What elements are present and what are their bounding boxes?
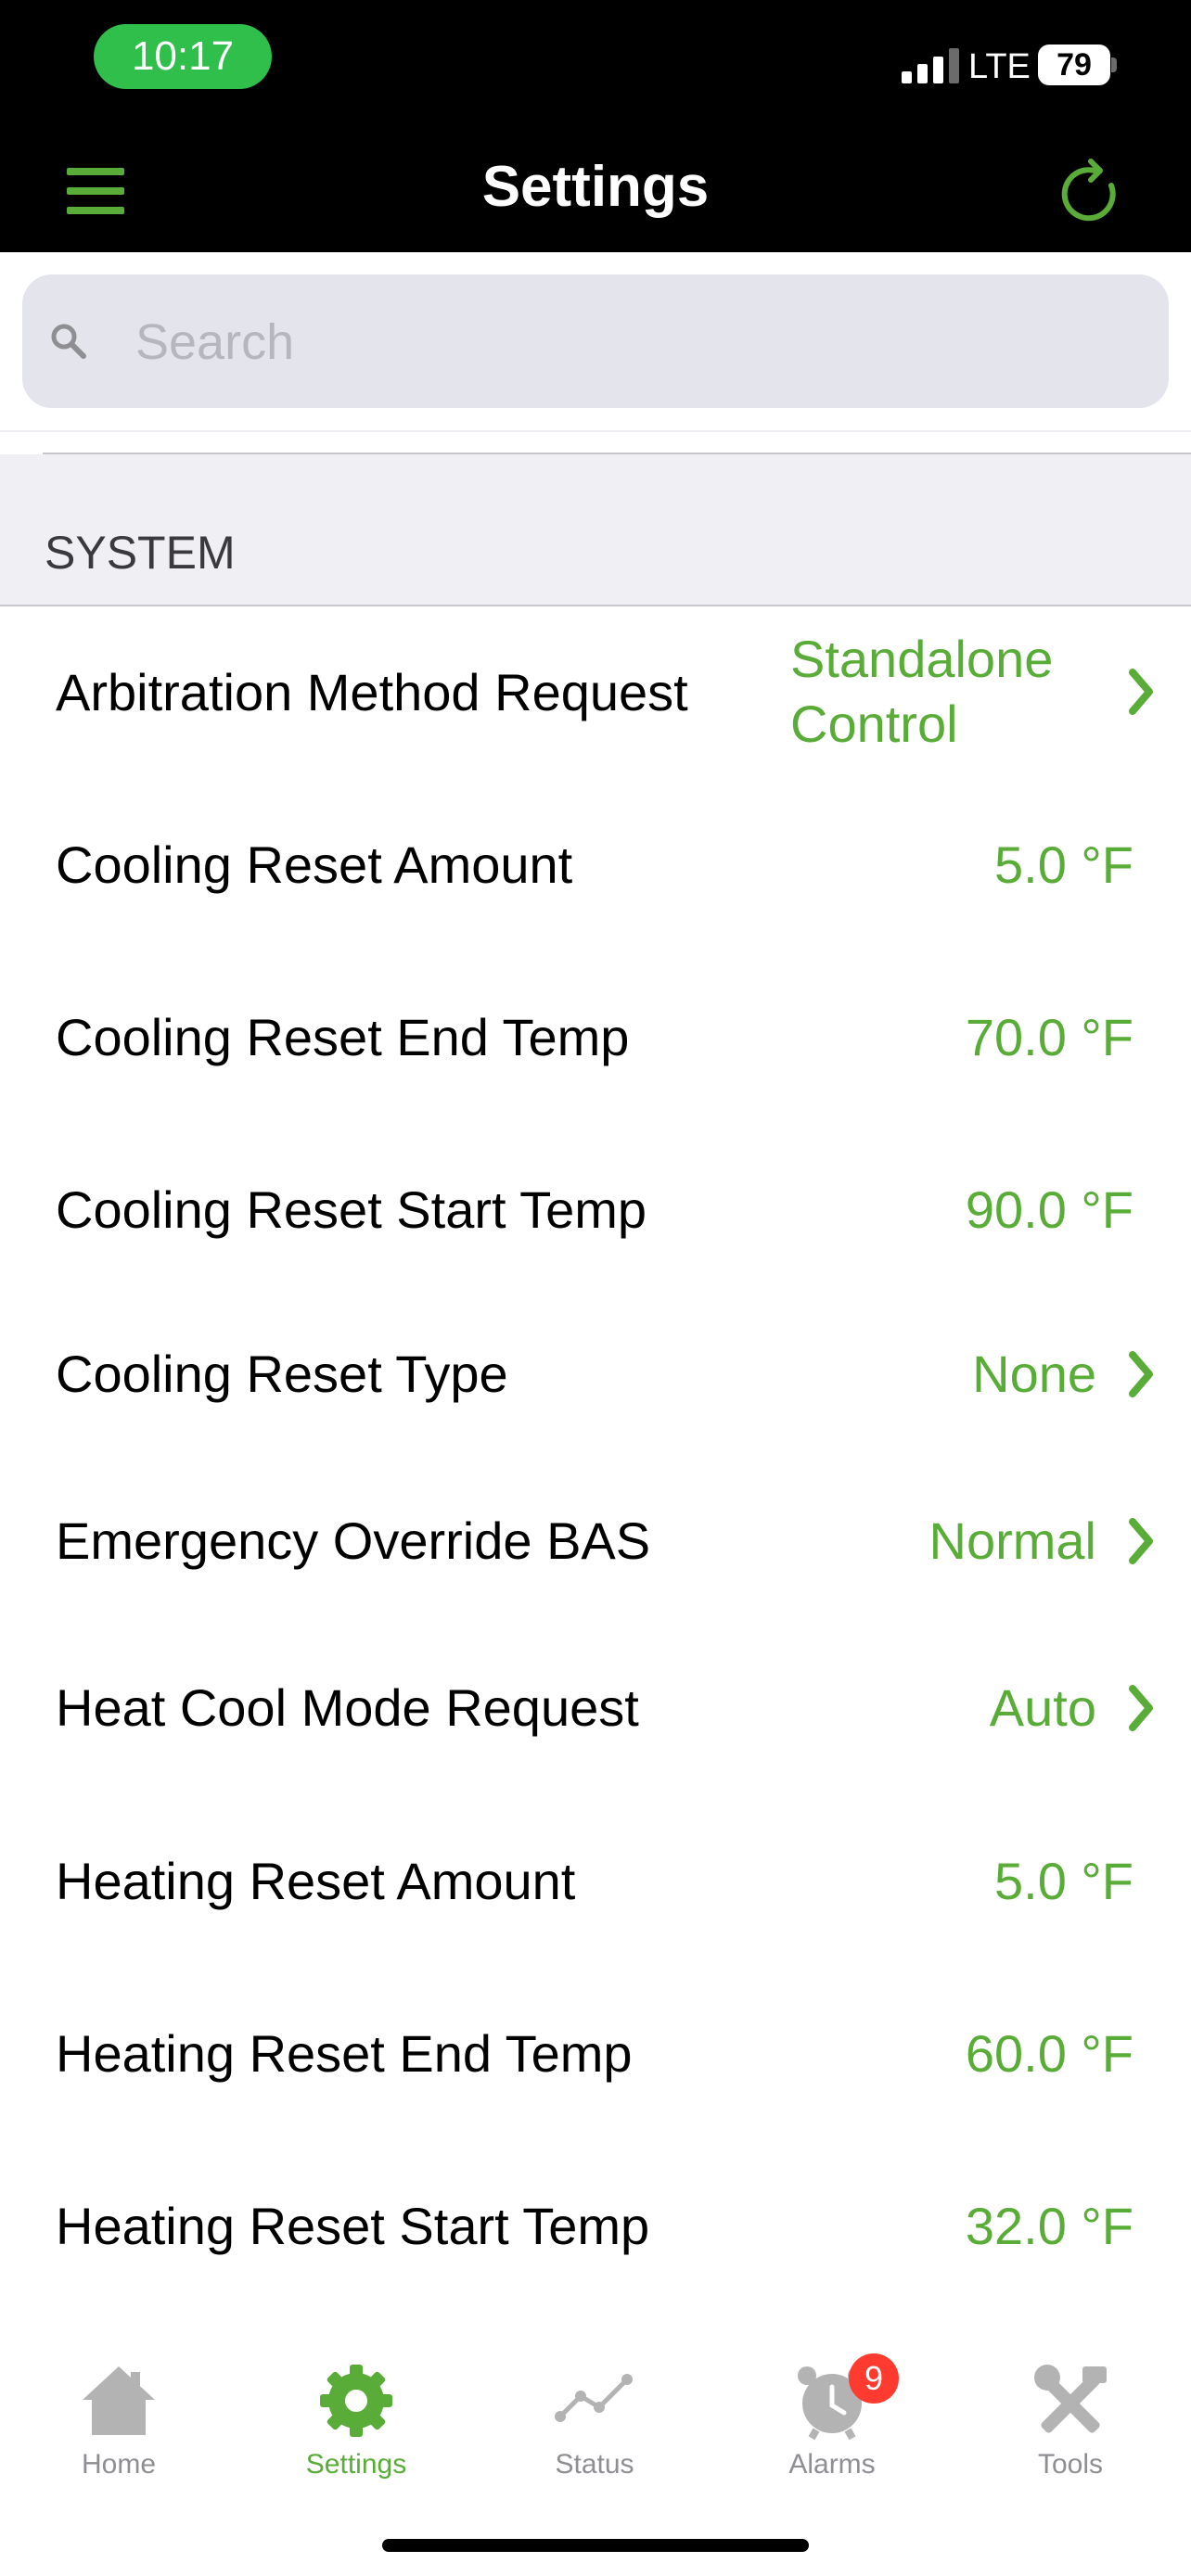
signal-strength-icon bbox=[902, 48, 961, 83]
settings-row-cooling-reset-end-temp[interactable]: Cooling Reset End Temp 70.0 °F bbox=[0, 951, 1191, 1124]
tab-bar: Home Settings Status 9 Alarms Tools bbox=[0, 2318, 1191, 2576]
line-chart-icon bbox=[555, 2374, 633, 2422]
settings-row-arbitration-method-request[interactable]: Arbitration Method Request Standalone Co… bbox=[0, 606, 1191, 779]
row-value: Auto bbox=[989, 1678, 1096, 1737]
search-area bbox=[0, 252, 1191, 430]
tab-label: Status bbox=[555, 2449, 634, 2480]
row-label: Heating Reset Amount bbox=[56, 1852, 576, 1910]
tab-home[interactable]: Home bbox=[26, 2359, 211, 2489]
settings-row-heating-reset-amount[interactable]: Heating Reset Amount 5.0 °F bbox=[0, 1797, 1191, 1970]
tools-icon bbox=[1034, 2365, 1107, 2433]
row-label: Heat Cool Mode Request bbox=[56, 1678, 639, 1737]
battery-tip bbox=[1111, 57, 1117, 72]
home-icon bbox=[83, 2366, 155, 2435]
row-label: Arbitration Method Request bbox=[56, 663, 688, 721]
gear-icon bbox=[320, 2365, 392, 2437]
row-value: 5.0 °F bbox=[993, 835, 1133, 894]
settings-row-heating-reset-start-temp[interactable]: Heating Reset Start Temp 32.0 °F bbox=[0, 2142, 1191, 2315]
status-bar: 10:17 LTE 79 bbox=[0, 0, 1191, 119]
tab-label: Alarms bbox=[788, 2449, 876, 2480]
row-value: None bbox=[972, 1345, 1096, 1403]
row-value: 90.0 °F bbox=[965, 1180, 1133, 1239]
tab-status[interactable]: Status bbox=[502, 2359, 687, 2489]
row-label: Cooling Reset Amount bbox=[56, 835, 573, 894]
row-label: Heating Reset Start Temp bbox=[56, 2197, 650, 2255]
search-bar[interactable] bbox=[22, 274, 1169, 408]
home-indicator bbox=[382, 2539, 809, 2552]
row-value: 60.0 °F bbox=[965, 2024, 1133, 2083]
alarm-count-badge: 9 bbox=[849, 2353, 899, 2404]
tab-label: Settings bbox=[305, 2449, 407, 2480]
settings-row-heating-reset-end-temp[interactable]: Heating Reset End Temp 60.0 °F bbox=[0, 1970, 1191, 2142]
section-header: SYSTEM bbox=[0, 454, 1191, 606]
chevron-right-icon bbox=[1129, 669, 1153, 715]
tab-label: Home bbox=[81, 2449, 157, 2480]
row-value: Normal bbox=[928, 1511, 1096, 1570]
chevron-right-icon bbox=[1129, 1685, 1153, 1731]
row-label: Heating Reset End Temp bbox=[56, 2024, 633, 2083]
navigation-bar: Settings bbox=[0, 119, 1191, 252]
row-label: Emergency Override BAS bbox=[56, 1511, 651, 1570]
network-type: LTE bbox=[968, 47, 1031, 86]
tab-tools[interactable]: Tools bbox=[978, 2359, 1163, 2489]
divider bbox=[0, 430, 1191, 432]
tab-label: Tools bbox=[1037, 2449, 1104, 2480]
row-label: Cooling Reset Type bbox=[56, 1345, 508, 1403]
section-title: SYSTEM bbox=[45, 527, 236, 579]
row-value: 32.0 °F bbox=[965, 2197, 1133, 2255]
tab-alarms[interactable]: 9 Alarms bbox=[739, 2353, 925, 2489]
row-value: 70.0 °F bbox=[965, 1008, 1133, 1066]
chevron-right-icon bbox=[1129, 1351, 1153, 1397]
search-input[interactable] bbox=[134, 308, 1139, 376]
refresh-icon[interactable] bbox=[1056, 158, 1124, 230]
search-icon bbox=[51, 324, 86, 359]
chevron-right-icon bbox=[1129, 1518, 1153, 1564]
settings-row-cooling-reset-amount[interactable]: Cooling Reset Amount 5.0 °F bbox=[0, 779, 1191, 951]
battery-icon: 79 bbox=[1038, 45, 1110, 85]
page-title: Settings bbox=[481, 155, 710, 219]
settings-row-emergency-override-bas[interactable]: Emergency Override BAS Normal bbox=[0, 1458, 1191, 1625]
settings-row-cooling-reset-type[interactable]: Cooling Reset Type None bbox=[0, 1291, 1191, 1458]
row-label: Cooling Reset End Temp bbox=[56, 1008, 630, 1066]
settings-row-cooling-reset-start-temp[interactable]: Cooling Reset Start Temp 90.0 °F bbox=[0, 1124, 1191, 1291]
row-label: Cooling Reset Start Temp bbox=[56, 1180, 647, 1239]
status-time: 10:17 bbox=[94, 24, 272, 89]
tab-settings[interactable]: Settings bbox=[263, 2359, 449, 2489]
row-value: 5.0 °F bbox=[993, 1852, 1133, 1910]
settings-row-heat-cool-mode-request[interactable]: Heat Cool Mode Request Auto bbox=[0, 1625, 1191, 1797]
